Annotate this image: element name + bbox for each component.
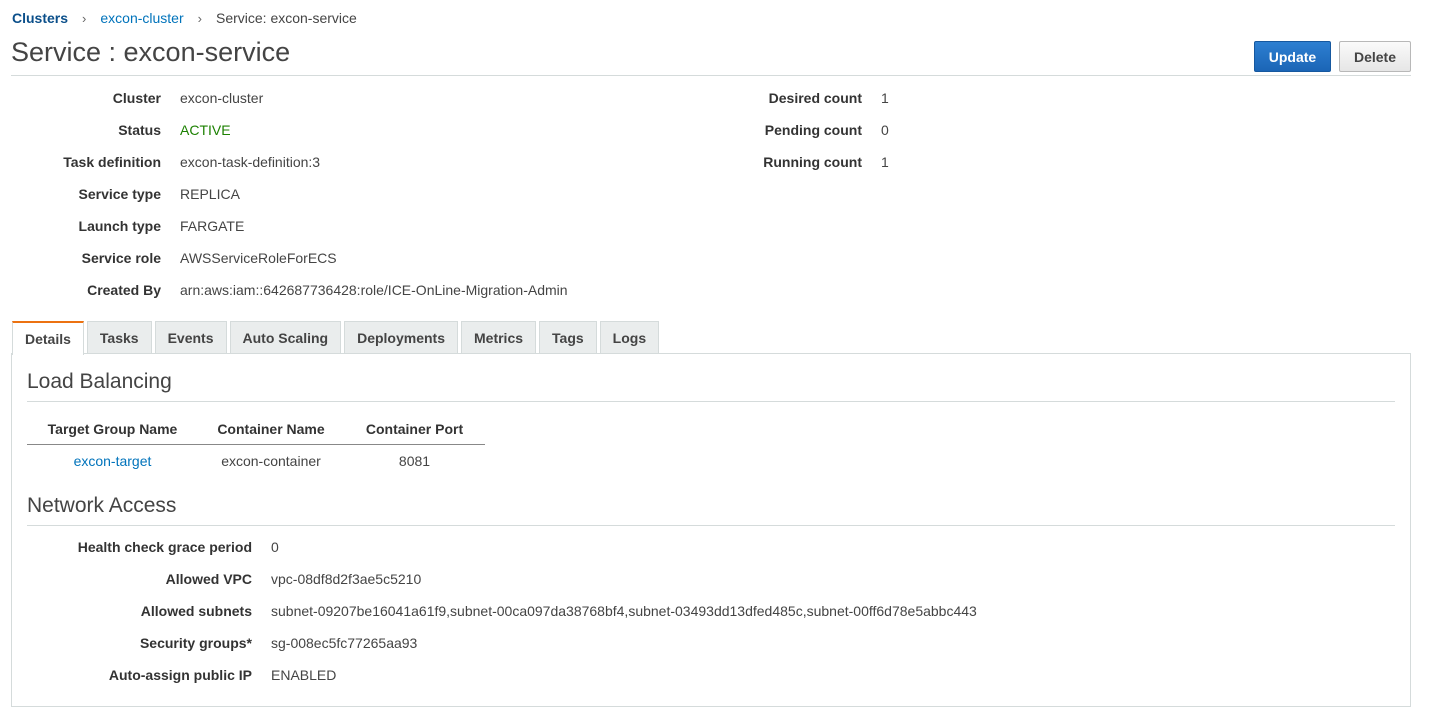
service-type-value: REPLICA: [180, 186, 240, 202]
health-check-value: 0: [271, 539, 279, 555]
status-value: ACTIVE: [180, 122, 231, 138]
service-tabs: Details Tasks Events Auto Scaling Deploy…: [12, 321, 662, 355]
column-header-target-group: Target Group Name: [27, 420, 198, 445]
service-role-value: AWSServiceRoleForECS: [180, 250, 337, 266]
created-by-value: arn:aws:iam::642687736428:role/ICE-OnLin…: [180, 282, 568, 298]
desired-count-label: Desired count: [768, 90, 862, 106]
delete-button[interactable]: Delete: [1339, 41, 1411, 72]
task-definition-label: Task definition: [63, 154, 161, 170]
service-type-label: Service type: [78, 186, 162, 202]
launch-type-value: FARGATE: [180, 218, 245, 234]
target-group-link[interactable]: excon-target: [74, 453, 152, 469]
network-access-divider: [27, 525, 1395, 526]
container-port-cell: 8081: [398, 452, 431, 469]
column-header-container-name: Container Name: [198, 420, 344, 445]
tab-deployments[interactable]: Deployments: [344, 321, 458, 354]
chevron-right-icon: ›: [82, 10, 87, 26]
breadcrumb-cluster-link[interactable]: excon-cluster: [100, 10, 183, 26]
tab-tasks[interactable]: Tasks: [86, 321, 152, 354]
public-ip-value: ENABLED: [271, 667, 337, 683]
tab-events[interactable]: Events: [154, 321, 227, 354]
chevron-right-icon: ›: [197, 10, 202, 26]
allowed-vpc-link[interactable]: vpc-08df8d2f3ae5c5210: [271, 570, 421, 588]
allowed-subnets-label: Allowed subnets: [140, 603, 252, 619]
container-name-cell: excon-container: [221, 452, 321, 469]
table-row: excon-target excon-container 8081: [27, 444, 485, 474]
cluster-link[interactable]: excon-cluster: [180, 89, 263, 107]
tab-auto-scaling[interactable]: Auto Scaling: [229, 321, 342, 354]
security-group-link[interactable]: sg-008ec5fc77265aa93: [271, 634, 417, 652]
breadcrumb-current: Service: excon-service: [215, 10, 357, 26]
pending-count-label: Pending count: [764, 122, 862, 138]
target-group-cell: excon-target: [27, 444, 198, 474]
load-balancing-divider: [27, 401, 1395, 402]
network-access-heading: Network Access: [27, 494, 177, 517]
page-title: Service : excon-service: [11, 37, 291, 67]
launch-type-label: Launch type: [78, 218, 161, 234]
status-label: Status: [118, 122, 161, 138]
breadcrumb: Clusters › excon-cluster › Service: exco…: [12, 9, 357, 27]
tab-tags[interactable]: Tags: [539, 321, 597, 354]
details-panel: [11, 353, 1411, 707]
task-definition-link[interactable]: excon-task-definition:3: [180, 153, 320, 171]
service-role-label: Service role: [81, 250, 161, 266]
breadcrumb-clusters-link[interactable]: Clusters: [12, 10, 68, 26]
allowed-subnets-links[interactable]: subnet-09207be16041a61f9,subnet-00ca097d…: [271, 602, 977, 620]
desired-count-value: 1: [881, 90, 889, 106]
allowed-vpc-label: Allowed VPC: [165, 571, 252, 587]
public-ip-label: Auto-assign public IP: [108, 667, 252, 683]
table-header-row: Target Group Name Container Name Contain…: [27, 420, 485, 445]
tab-logs[interactable]: Logs: [599, 321, 660, 354]
load-balancing-heading: Load Balancing: [27, 370, 172, 393]
tab-details[interactable]: Details: [12, 321, 84, 355]
update-button[interactable]: Update: [1254, 41, 1331, 72]
running-count-label: Running count: [763, 154, 862, 170]
health-check-label: Health check grace period: [77, 539, 252, 555]
created-by-label: Created By: [87, 282, 161, 298]
security-groups-label: Security groups*: [139, 635, 252, 651]
cluster-label: Cluster: [112, 90, 161, 106]
column-header-container-port: Container Port: [344, 420, 485, 445]
load-balancing-table: Target Group Name Container Name Contain…: [27, 420, 485, 474]
title-divider: [11, 75, 1411, 76]
tab-metrics[interactable]: Metrics: [461, 321, 537, 354]
pending-count-value: 0: [881, 122, 889, 138]
running-count-value: 1: [881, 154, 889, 170]
